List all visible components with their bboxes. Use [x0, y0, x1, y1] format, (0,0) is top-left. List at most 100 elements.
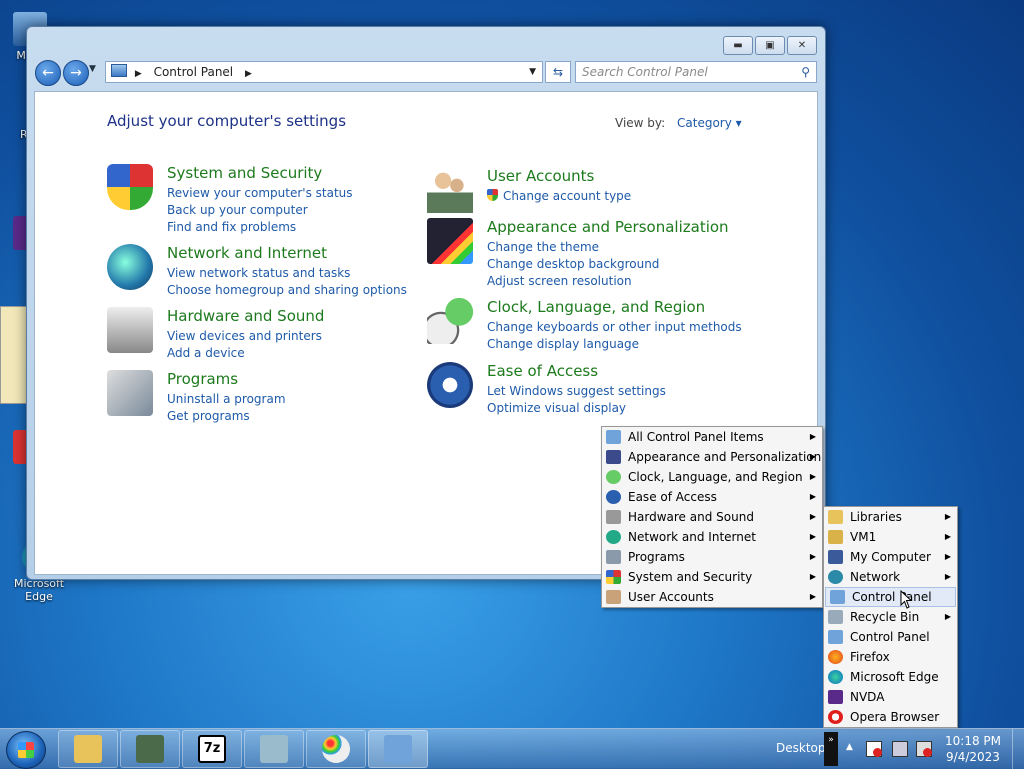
tray-expand-icon[interactable]: ▲	[846, 742, 853, 752]
menu-item-appearance[interactable]: Appearance and Personalization ▶	[602, 447, 822, 467]
search-placeholder: Search Control Panel	[582, 65, 708, 79]
chevron-right-icon: ▶	[944, 572, 951, 581]
back-button[interactable]: ←	[35, 60, 61, 86]
menu-item-label: NVDA	[850, 690, 885, 704]
menu-item-my-computer[interactable]: My Computer ▶	[824, 547, 957, 567]
search-icon[interactable]: ⚲	[801, 62, 810, 82]
network-icon	[828, 570, 843, 584]
taskbar-media[interactable]	[244, 730, 304, 768]
menu-item-label: Microsoft Edge	[850, 670, 939, 684]
search-input[interactable]: Search Control Panel ⚲	[575, 61, 817, 83]
group-title[interactable]: Hardware and Sound	[167, 307, 324, 325]
close-button[interactable]: ✕	[787, 36, 817, 55]
menu-item-label: Control Panel	[852, 590, 932, 604]
refresh-button[interactable]: ⇆	[545, 61, 571, 83]
link-get-programs[interactable]: Get programs	[167, 408, 286, 425]
group-title[interactable]: Programs	[167, 370, 238, 388]
group-title[interactable]: User Accounts	[487, 167, 594, 185]
menu-item-label: Appearance and Personalization	[628, 450, 822, 464]
group-links: Change the theme Change desktop backgrou…	[487, 239, 659, 290]
link-devices-printers[interactable]: View devices and printers	[167, 328, 322, 345]
menu-item-hardware[interactable]: Hardware and Sound ▶	[602, 507, 822, 527]
chevron-right-icon: ▶	[809, 432, 816, 441]
nvda-icon	[828, 690, 843, 704]
link-screen-resolution[interactable]: Adjust screen resolution	[487, 273, 659, 290]
group-title[interactable]: Appearance and Personalization	[487, 218, 729, 236]
clock[interactable]: 10:18 PM 9/4/2023	[940, 733, 1006, 765]
menu-item-all-items[interactable]: All Control Panel Items ▶	[602, 427, 822, 447]
group-links: Change account type	[487, 188, 631, 205]
menu-item-nvda[interactable]: NVDA	[824, 687, 957, 707]
taskbar-7zip[interactable]: 7z	[182, 730, 242, 768]
address-bar[interactable]: ▶ Control Panel ▶ ▼	[105, 61, 543, 83]
chevron-right-icon: ▶	[809, 572, 816, 581]
network-globe-icon	[606, 530, 621, 544]
link-change-theme[interactable]: Change the theme	[487, 239, 659, 256]
link-back-up[interactable]: Back up your computer	[167, 202, 353, 219]
recent-pages-dropdown[interactable]: ▼	[89, 64, 96, 74]
forward-button[interactable]: →	[63, 60, 89, 86]
desktop-toolbar-label[interactable]: Desktop	[776, 741, 826, 755]
group-title[interactable]: System and Security	[167, 164, 322, 182]
menu-item-user-accounts[interactable]: User Accounts ▶	[602, 587, 822, 607]
menu-item-network[interactable]: Network and Internet ▶	[602, 527, 822, 547]
view-by: View by: Category ▾	[615, 116, 742, 130]
menu-item-control-panel[interactable]: Control Panel	[824, 627, 957, 647]
start-button[interactable]	[6, 731, 46, 769]
paint-palette-icon	[322, 735, 350, 763]
menu-item-label: User Accounts	[628, 590, 714, 604]
taskbar-task-manager[interactable]	[120, 730, 180, 768]
menu-item-recycle-bin[interactable]: Recycle Bin ▶	[824, 607, 957, 627]
breadcrumb-chevron-icon[interactable]: ▶	[245, 69, 252, 79]
maximize-button[interactable]: ▣	[755, 36, 785, 55]
minimize-button[interactable]: ▬	[723, 36, 753, 55]
link-keyboards[interactable]: Change keyboards or other input methods	[487, 319, 742, 336]
group-title[interactable]: Ease of Access	[487, 362, 598, 380]
menu-item-label: VM1	[850, 530, 877, 544]
action-center-icon[interactable]	[866, 741, 882, 757]
volume-muted-icon[interactable]	[916, 741, 932, 757]
menu-item-network[interactable]: Network ▶	[824, 567, 957, 587]
taskbar-paint[interactable]	[306, 730, 366, 768]
breadcrumb-separator-icon: ▶	[134, 69, 142, 79]
show-desktop-button[interactable]	[1012, 729, 1024, 769]
menu-item-system[interactable]: System and Security ▶	[602, 567, 822, 587]
view-by-dropdown[interactable]: Category ▾	[677, 116, 742, 130]
link-find-fix[interactable]: Find and fix problems	[167, 219, 353, 236]
desktop-toolbar-chevron[interactable]: »	[824, 732, 838, 766]
control-panel-icon	[384, 735, 412, 763]
breadcrumb[interactable]: Control Panel	[154, 65, 234, 79]
link-desktop-background[interactable]: Change desktop background	[487, 256, 659, 273]
link-optimize-visual[interactable]: Optimize visual display	[487, 400, 666, 417]
menu-item-programs[interactable]: Programs ▶	[602, 547, 822, 567]
menu-item-libraries[interactable]: Libraries ▶	[824, 507, 957, 527]
address-dropdown-icon[interactable]: ▼	[529, 62, 536, 82]
taskbar-explorer[interactable]	[58, 730, 118, 768]
network-globe-icon	[107, 244, 153, 290]
menu-item-clock[interactable]: Clock, Language, and Region ▶	[602, 467, 822, 487]
menu-item-ease[interactable]: Ease of Access ▶	[602, 487, 822, 507]
group-links: Change keyboards or other input methods …	[487, 319, 742, 353]
menu-item-label: Libraries	[850, 510, 902, 524]
window-controls: ▬ ▣ ✕	[723, 36, 817, 55]
page-title: Adjust your computer's settings	[107, 112, 347, 130]
menu-item-vm1[interactable]: VM1 ▶	[824, 527, 957, 547]
mouse-cursor-icon	[900, 590, 913, 609]
group-title[interactable]: Clock, Language, and Region	[487, 298, 705, 316]
menu-item-firefox[interactable]: Firefox	[824, 647, 957, 667]
network-tray-icon[interactable]	[892, 741, 908, 757]
menu-item-edge[interactable]: Microsoft Edge	[824, 667, 957, 687]
link-display-language[interactable]: Change display language	[487, 336, 742, 353]
link-uninstall[interactable]: Uninstall a program	[167, 391, 286, 408]
group-title[interactable]: Network and Internet	[167, 244, 327, 262]
link-network-status[interactable]: View network status and tasks	[167, 265, 407, 282]
link-homegroup[interactable]: Choose homegroup and sharing options	[167, 282, 407, 299]
link-add-device[interactable]: Add a device	[167, 345, 322, 362]
menu-item-opera[interactable]: Opera Browser	[824, 707, 957, 727]
menu-item-control-panel-hover[interactable]: Control Panel	[825, 587, 956, 607]
link-change-account-type[interactable]: Change account type	[503, 189, 631, 203]
link-review-status[interactable]: Review your computer's status	[167, 185, 353, 202]
link-windows-suggest[interactable]: Let Windows suggest settings	[487, 383, 666, 400]
programs-box-icon	[606, 550, 621, 564]
taskbar-control-panel[interactable]	[368, 730, 428, 768]
